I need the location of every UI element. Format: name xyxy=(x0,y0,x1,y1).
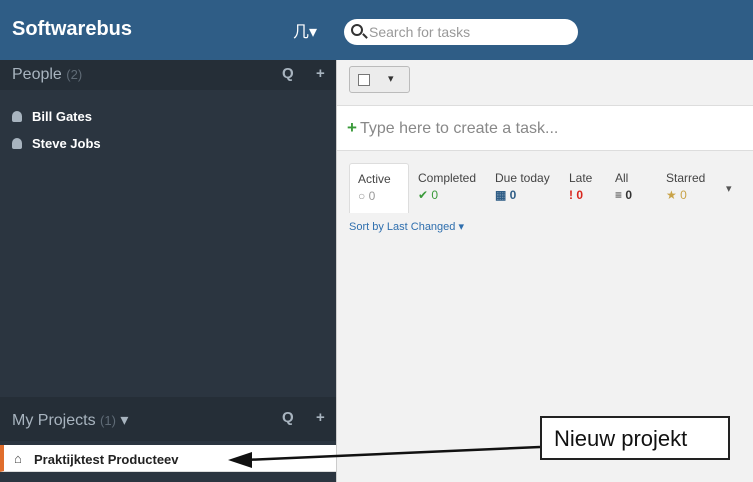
callout-text: Nieuw projekt xyxy=(554,426,688,451)
annotation-callout: Nieuw projekt xyxy=(540,416,730,460)
callout-arrow xyxy=(228,445,541,468)
